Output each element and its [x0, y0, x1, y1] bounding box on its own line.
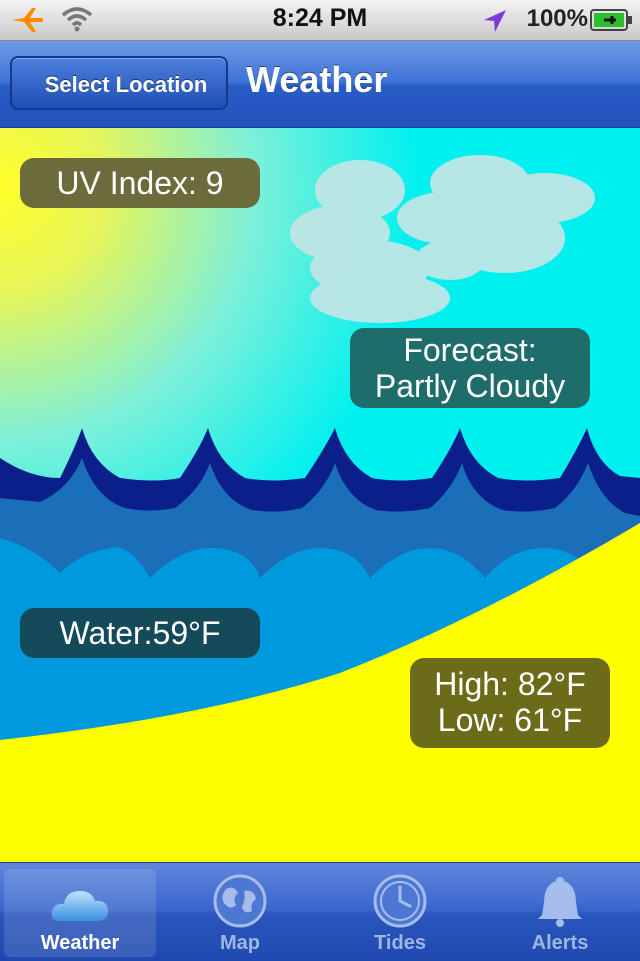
- tab-bar: Weather Map Tides Alerts: [0, 862, 640, 961]
- tab-map-label: Map: [220, 932, 260, 954]
- tab-tides[interactable]: Tides: [324, 869, 476, 957]
- cloud-icon: [51, 891, 108, 921]
- forecast-badge: Forecast: Partly Cloudy: [350, 328, 590, 408]
- bell-icon: [538, 877, 582, 927]
- select-location-button[interactable]: Select Location: [10, 56, 228, 110]
- page-title: Weather: [246, 59, 388, 100]
- battery-charging-icon: [590, 9, 632, 31]
- tab-weather-label: Weather: [40, 932, 120, 954]
- select-location-label: Select Location: [44, 72, 208, 97]
- battery-percent: 100%: [526, 5, 588, 32]
- weather-scene: [0, 128, 640, 862]
- weather-illustration: [0, 128, 640, 862]
- high-temp: High: 82°F: [434, 666, 586, 702]
- forecast-value: Partly Cloudy: [374, 368, 566, 404]
- tab-alerts-label: Alerts: [531, 932, 589, 954]
- clock-icon: [373, 874, 427, 928]
- navigation-bar: Select Location Weather: [0, 41, 640, 129]
- water-temp-badge: Water:59°F: [20, 608, 260, 658]
- tab-alerts[interactable]: Alerts: [484, 869, 636, 957]
- globe-icon: [213, 874, 267, 928]
- tab-tides-label: Tides: [374, 932, 426, 954]
- forecast-label: Forecast:: [403, 332, 537, 368]
- tab-map[interactable]: Map: [164, 869, 316, 957]
- low-temp: Low: 61°F: [437, 702, 583, 738]
- status-bar: 8:24 PM 100%: [0, 0, 640, 41]
- uv-index-badge: UV Index: 9: [20, 158, 260, 208]
- location-arrow-icon: [484, 10, 506, 32]
- tab-weather[interactable]: Weather: [4, 869, 156, 957]
- high-low-badge: High: 82°F Low: 61°F: [410, 658, 610, 748]
